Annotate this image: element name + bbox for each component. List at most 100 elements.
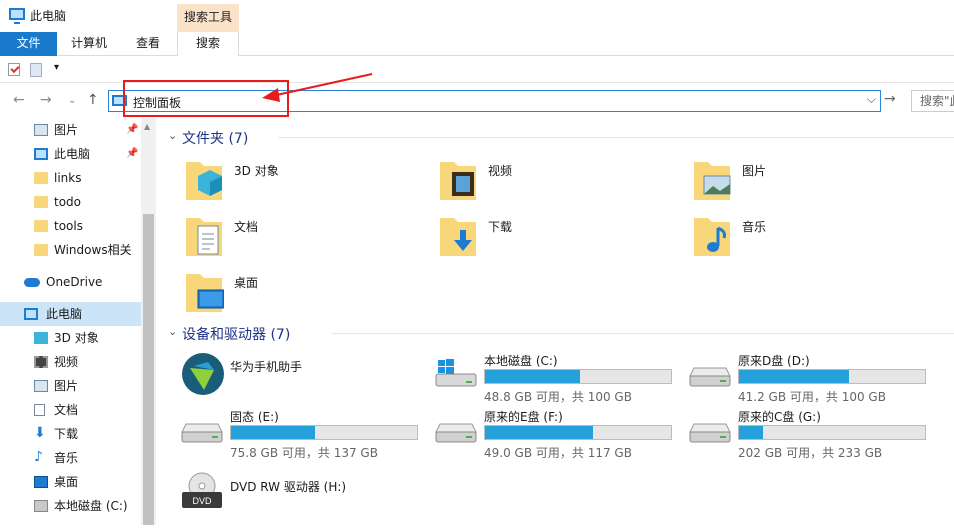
drive-item-g[interactable]: 原来的C盘 (G:) 202 GB 可用，共 233 GB (688, 404, 942, 460)
documents-icon (34, 404, 45, 416)
scrollbar-thumb[interactable] (143, 214, 154, 525)
ribbon-tabs: 文件 计算机 查看 搜索 (0, 32, 954, 56)
folder-item-downloads[interactable]: 下载 (438, 212, 678, 264)
folder-item-videos[interactable]: 视频 (438, 156, 678, 208)
window-title: 此电脑 (30, 9, 67, 23)
desktop-icon (34, 476, 48, 488)
drive-usage-bar (230, 425, 418, 440)
tab-search[interactable]: 搜索 (177, 32, 239, 56)
folder-item-music[interactable]: 音乐 (692, 212, 932, 264)
download-icon: ⬇ (34, 425, 46, 441)
desktop-folder-icon (186, 274, 224, 312)
drive-item-e[interactable]: 固态 (E:) 75.8 GB 可用，共 137 GB (180, 404, 434, 460)
drive-usage-fill (739, 426, 764, 439)
folder-icon (34, 244, 48, 256)
videos-folder-icon (440, 162, 476, 200)
downloads-folder-icon (440, 218, 476, 256)
3d-objects-icon (34, 332, 48, 344)
video-icon (34, 356, 48, 368)
drive-usage-bar (738, 425, 926, 440)
sidebar-item-this-pc[interactable]: 此电脑 (0, 302, 141, 326)
group-divider (332, 333, 954, 334)
new-folder-icon[interactable] (30, 63, 42, 77)
sidebar-item-pictures[interactable]: 图片 📌 (0, 118, 141, 142)
sidebar-item-windows[interactable]: Windows相关 (0, 238, 141, 262)
folders-group-header[interactable]: 文件夹 (7) (182, 128, 248, 148)
content-pane: ⌄ 文件夹 (7) 3D 对象 视频 图片 文档 下载 音乐 桌面 ⌄ 设备和驱… (156, 118, 954, 525)
drive-item-d[interactable]: 原来D盘 (D:) 41.2 GB 可用，共 100 GB (688, 348, 942, 404)
cloud-icon (24, 278, 40, 287)
sidebar-item-music[interactable]: ♪ 音乐 (0, 446, 141, 470)
folder-item-pictures[interactable]: 图片 (692, 156, 932, 208)
sidebar-item-documents[interactable]: 文档 (0, 398, 141, 422)
tab-computer[interactable]: 计算机 (62, 32, 116, 56)
folder-item-3d-objects[interactable]: 3D 对象 (184, 156, 424, 208)
drive-item-c[interactable]: 本地磁盘 (C:) 48.8 GB 可用，共 100 GB (434, 348, 688, 404)
music-folder-icon (694, 218, 730, 256)
sidebar-item-onedrive[interactable]: OneDrive (0, 270, 141, 294)
sidebar-item-pictures-2[interactable]: 图片 (0, 374, 141, 398)
pictures-folder-icon (694, 162, 731, 200)
pc-icon (9, 8, 25, 24)
device-item-huawei[interactable]: 华为手机助手 (180, 352, 434, 408)
sidebar-item-tools[interactable]: tools (0, 214, 141, 238)
devices-group-header[interactable]: 设备和驱动器 (7) (182, 324, 290, 344)
3d-objects-folder-icon (186, 162, 222, 200)
drive-usage-fill (231, 426, 315, 439)
drive-usage-fill (485, 426, 593, 439)
sidebar-item-downloads[interactable]: ⬇ 下载 (0, 422, 141, 446)
collapse-chevron-icon[interactable]: ⌄ (168, 129, 177, 142)
pictures-icon (34, 124, 48, 136)
documents-folder-icon (186, 218, 222, 256)
folder-item-desktop[interactable]: 桌面 (184, 268, 424, 320)
drive-item-f[interactable]: 原来的E盘 (F:) 49.0 GB 可用，共 117 GB (434, 404, 688, 460)
context-tab-search-tools: 搜索工具 (177, 4, 239, 32)
customize-toolbar-icon[interactable]: ▾ (54, 62, 59, 73)
folder-item-documents[interactable]: 文档 (184, 212, 424, 264)
sidebar-item-this-pc-pinned[interactable]: 此电脑 📌 (0, 142, 141, 166)
up-arrow-icon[interactable]: ↑ (87, 92, 99, 108)
hard-drive-icon (181, 423, 223, 443)
forward-arrow-icon[interactable]: → (40, 92, 52, 108)
group-divider (278, 137, 954, 138)
sidebar-item-3d-objects[interactable]: 3D 对象 (0, 326, 141, 350)
sidebar-item-todo[interactable]: todo (0, 190, 141, 214)
drive-usage-bar (738, 369, 926, 384)
hard-drive-icon (435, 423, 477, 443)
tab-file[interactable]: 文件 (0, 32, 57, 56)
drive-usage-fill (485, 370, 580, 383)
hard-drive-icon (689, 423, 731, 443)
properties-icon[interactable] (8, 63, 20, 76)
sidebar-item-videos[interactable]: 视频 (0, 350, 141, 374)
sidebar-item-links[interactable]: links (0, 166, 141, 190)
drive-usage-bar (484, 425, 672, 440)
pin-icon: 📌 (126, 148, 139, 159)
navigation-pane: 图片 📌 此电脑 📌 links todo tools Windows相关 OneD… (0, 118, 156, 525)
title-bar: 此电脑 搜索工具 (0, 0, 954, 32)
drive-usage-fill (739, 370, 849, 383)
sidebar-item-desktop[interactable]: 桌面 (0, 470, 141, 494)
drive-icon (34, 500, 48, 512)
folder-icon (34, 172, 48, 184)
folder-icon (34, 220, 48, 232)
tab-view[interactable]: 查看 (128, 32, 168, 56)
drive-item-dvd[interactable]: DVD DVD RW 驱动器 (H:) (180, 472, 434, 528)
huawei-app-icon (182, 353, 224, 395)
go-arrow-icon[interactable]: → (884, 91, 900, 111)
scroll-up-icon[interactable]: ▲ (144, 122, 150, 131)
hard-drive-icon (689, 367, 731, 387)
back-arrow-icon[interactable]: ← (13, 92, 25, 108)
pictures-icon (34, 380, 48, 392)
search-input[interactable]: 搜索"此 (911, 90, 954, 112)
collapse-chevron-icon[interactable]: ⌄ (168, 325, 177, 338)
sidebar-scrollbar[interactable]: ▲ (141, 118, 156, 525)
pc-icon (24, 308, 38, 320)
recent-locations-icon[interactable]: ⌄ (68, 95, 76, 106)
drive-usage-bar (484, 369, 672, 384)
sidebar-item-local-disk-c[interactable]: 本地磁盘 (C:) (0, 494, 141, 518)
svg-text:DVD: DVD (192, 496, 212, 506)
chevron-down-icon[interactable]: ⌵ (867, 92, 876, 107)
music-icon: ♪ (34, 449, 43, 465)
pin-icon: 📌 (126, 124, 139, 135)
annotation-highlight-box (123, 80, 289, 117)
